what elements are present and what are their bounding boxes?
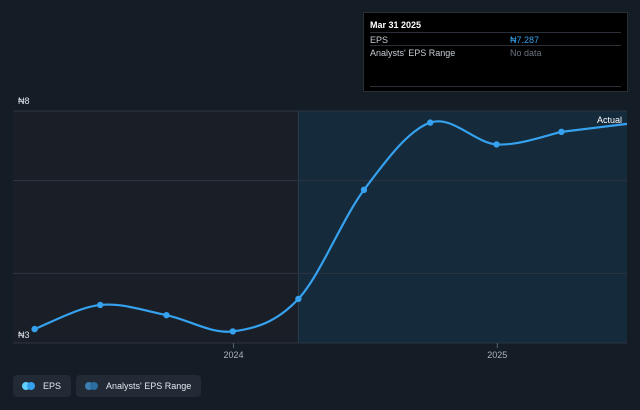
x-tick-label-0: 2024 bbox=[224, 350, 244, 360]
legend-eps-button[interactable]: EPS bbox=[13, 375, 72, 397]
chart-legend: EPS Analysts' EPS Range bbox=[13, 375, 202, 397]
tooltip-date: Mar 31 2025 bbox=[370, 20, 422, 30]
legend-range-label: Analysts' EPS Range bbox=[106, 381, 192, 391]
legend-range-button[interactable]: Analysts' EPS Range bbox=[76, 375, 202, 397]
tooltip-eps-row: EPS ₦7.287 bbox=[370, 32, 621, 46]
past-period-band bbox=[13, 111, 299, 343]
tooltip-eps-value: ₦7.287 bbox=[510, 35, 540, 45]
tooltip-eps-label: EPS bbox=[370, 35, 389, 45]
tooltip-range-label: Analysts' EPS Range bbox=[370, 48, 456, 58]
eps-point-3 bbox=[229, 328, 237, 335]
eps-point-7 bbox=[493, 141, 500, 148]
eps-point-0 bbox=[31, 325, 38, 333]
tooltip-divider bbox=[370, 86, 621, 87]
eps-point-4 bbox=[295, 295, 302, 303]
forecast-period-band bbox=[298, 111, 627, 343]
tooltip-range-value: No data bbox=[510, 48, 542, 58]
y-axis-label-top: ₦8 bbox=[18, 96, 30, 106]
tooltip-range-row: Analysts' EPS Range No data bbox=[370, 45, 621, 59]
eps-series-icon bbox=[22, 382, 36, 390]
eps-point-6 bbox=[427, 119, 434, 126]
x-tick-label-1: 2025 bbox=[487, 350, 507, 360]
tooltip-panel: Mar 31 2025 EPS ₦7.287 Analysts' EPS Ran… bbox=[363, 12, 628, 92]
eps-point-2 bbox=[163, 311, 170, 319]
eps-point-5 bbox=[360, 186, 368, 194]
range-series-icon bbox=[85, 382, 99, 390]
y-axis-label-bottom: ₦3 bbox=[18, 330, 30, 340]
eps-point-8 bbox=[558, 128, 565, 136]
legend-eps-label: EPS bbox=[43, 381, 62, 391]
eps-point-1 bbox=[96, 301, 104, 309]
actual-annotation: Actual bbox=[597, 115, 622, 125]
